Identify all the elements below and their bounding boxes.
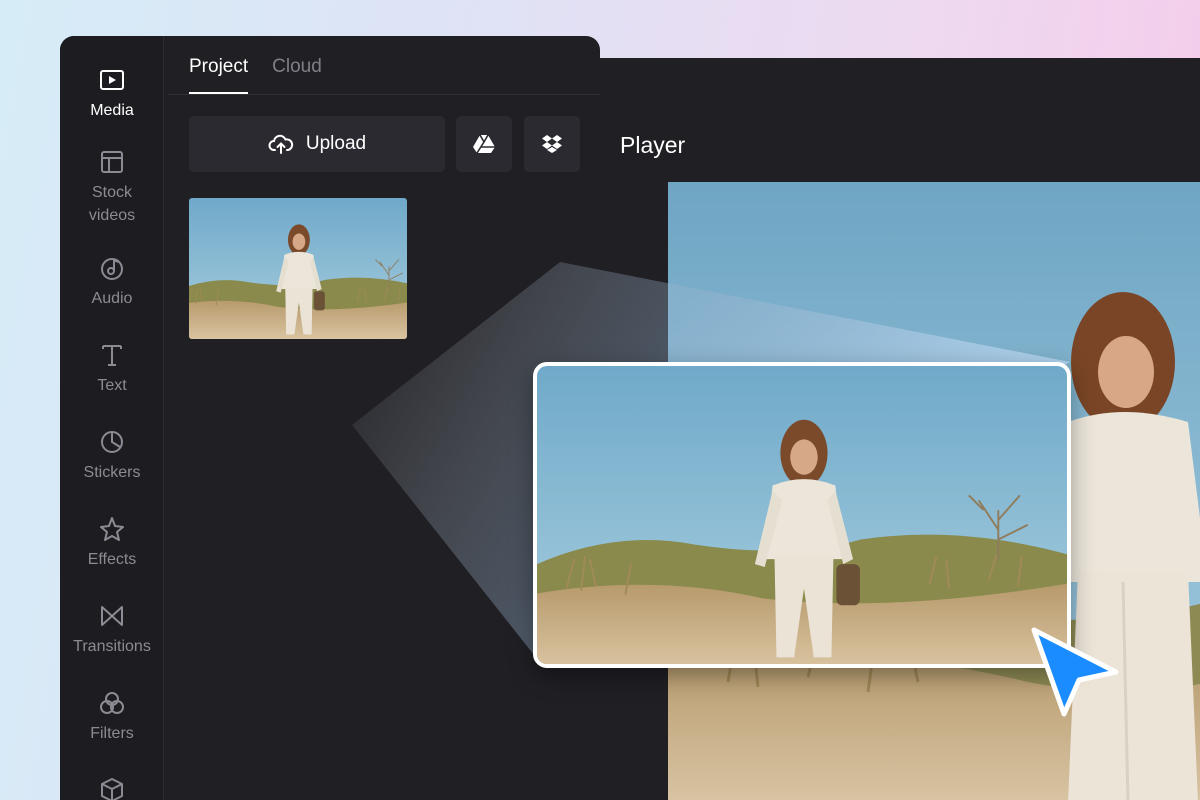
sidebar-item-media[interactable]: Media — [60, 66, 164, 122]
sidebar-item-label: Stickers — [83, 464, 141, 481]
sidebar-item-filters[interactable]: Filters — [60, 689, 164, 745]
player-title: Player — [620, 132, 686, 158]
media-thumbnail[interactable] — [189, 198, 407, 339]
sidebar-item-effects[interactable]: Effects — [60, 515, 164, 571]
dropbox-icon — [542, 135, 562, 153]
cloud-upload-icon — [268, 134, 294, 154]
zoomed-clip-preview — [533, 362, 1071, 668]
tab-project[interactable]: Project — [189, 56, 249, 94]
music-disc-icon — [101, 258, 123, 280]
tab-divider — [168, 94, 600, 95]
sidebar: Media Stock videos Audio Text Stickers E… — [60, 36, 164, 800]
sidebar-item-3d[interactable] — [60, 776, 164, 800]
sidebar-item-stickers[interactable]: Stickers — [60, 428, 164, 484]
cube-icon — [101, 778, 123, 800]
upload-button[interactable]: Upload — [189, 116, 445, 172]
sidebar-item-label: Audio — [91, 290, 133, 307]
sidebar-item-label: Media — [90, 102, 134, 119]
beach-photo-thumbnail — [189, 198, 407, 339]
sidebar-item-audio[interactable]: Audio — [60, 254, 164, 310]
sticker-icon — [101, 431, 123, 453]
sidebar-item-label: Effects — [87, 551, 137, 568]
dropbox-button[interactable] — [524, 116, 580, 172]
play-icon — [100, 70, 124, 90]
layout-icon — [101, 151, 123, 173]
circles-icon — [100, 692, 124, 714]
sidebar-item-label: Filters — [90, 725, 134, 742]
sidebar-item-label: Stock videos — [88, 184, 136, 224]
beach-photo-zoomed — [537, 366, 1067, 664]
sidebar-item-transitions[interactable]: Transitions — [60, 602, 164, 658]
bowtie-icon — [101, 606, 123, 626]
upload-label: Upload — [305, 133, 367, 154]
media-panel: Media Stock videos Audio Text Stickers E… — [60, 36, 600, 800]
text-t-icon — [102, 345, 122, 366]
google-drive-icon — [473, 134, 495, 154]
tab-cloud[interactable]: Cloud — [272, 56, 322, 94]
google-drive-button[interactable] — [456, 116, 512, 172]
sparkle-star-icon — [100, 517, 124, 541]
sidebar-item-stock-videos[interactable]: Stock videos — [60, 148, 164, 227]
sidebar-item-label: Text — [97, 377, 127, 394]
tab-bar: Project Cloud — [189, 56, 322, 94]
sidebar-item-label: Transitions — [73, 638, 151, 655]
sidebar-item-text[interactable]: Text — [60, 341, 164, 397]
cursor-arrow-icon — [1031, 627, 1119, 717]
